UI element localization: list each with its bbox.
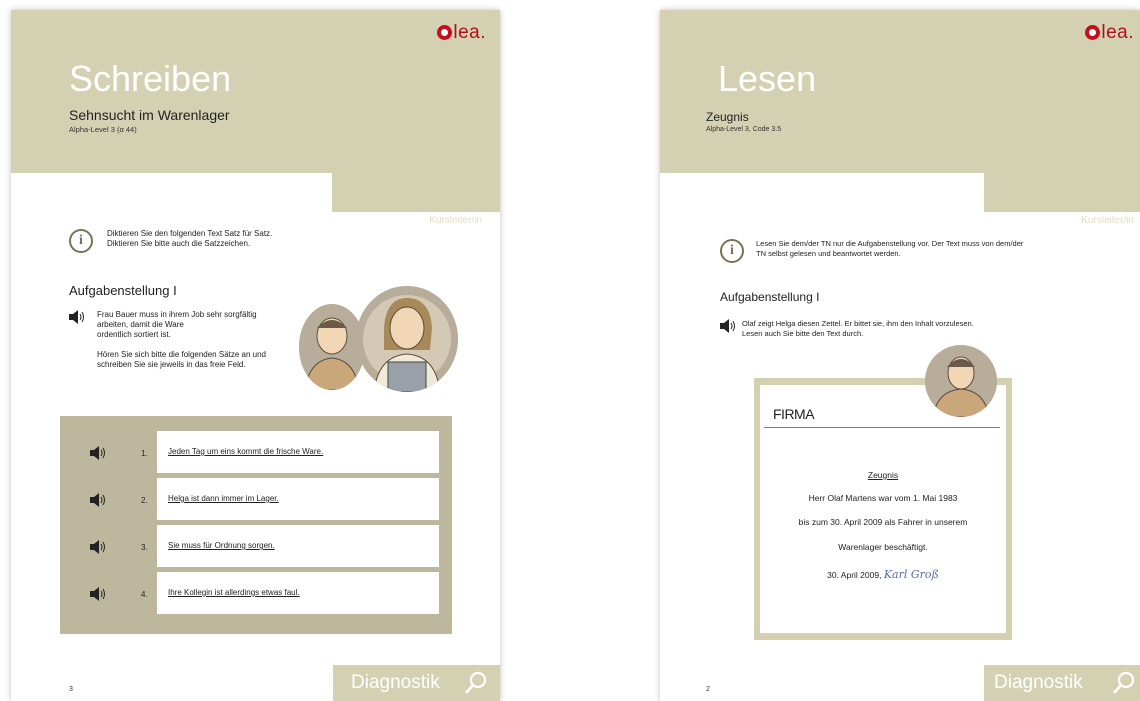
magnifier-icon: [1113, 671, 1135, 694]
task-number: 2.: [141, 496, 148, 505]
info-icon: i: [720, 239, 744, 263]
certificate-line: Warenlager beschäftigt.: [838, 542, 928, 552]
alpha-level: Alpha-Level 3, Code 3.5: [706, 126, 782, 133]
diagnostik-footer[interactable]: Diagnostik: [333, 665, 500, 701]
footer-label: Diagnostik: [351, 672, 440, 693]
certificate-date-line: 30. April 2009, Karl Groß: [760, 568, 1006, 581]
certificate-document: FIRMA Zeugnis Herr Olaf Martens war vom …: [760, 385, 1006, 633]
certificate-line: bis zum 30. April 2009 als Fahrer in uns…: [798, 517, 968, 527]
speaker-icon[interactable]: [90, 540, 106, 554]
instruction-line: Olaf zeigt Helga diesen Zettel. Er bitte…: [742, 319, 974, 328]
portrait-olaf: [299, 304, 365, 390]
info-line: TN selbst gelesen und beantwortet werden…: [756, 249, 901, 258]
page-title: Schreiben: [69, 58, 232, 99]
task-number: 4.: [141, 590, 148, 599]
page-title: Lesen: [718, 58, 817, 99]
certificate-frame: FIRMA Zeugnis Herr Olaf Martens war vom …: [754, 378, 1012, 640]
speaker-icon[interactable]: [90, 493, 106, 507]
page-schreiben: lea. Schreiben Sehnsucht im Warenlager A…: [11, 10, 500, 701]
task-list: 1. Jeden Tag um eins kommt die frische W…: [60, 416, 452, 634]
portrait-olaf: [925, 345, 997, 417]
task-number: 1.: [141, 449, 148, 458]
task-field[interactable]: Jeden Tag um eins kommt die frische Ware…: [157, 431, 439, 473]
page-lesen: lea. Lesen Zeugnis Alpha-Level 3, Code 3…: [660, 10, 1140, 701]
instruction-line: Hören Sie sich bitte die folgenden Sätze…: [97, 350, 267, 359]
signature: Karl Groß: [883, 568, 939, 581]
task-text: Jeden Tag um eins kommt die frische Ware…: [168, 447, 324, 456]
speaker-icon[interactable]: [90, 587, 106, 601]
olea-logo: lea.: [437, 22, 486, 44]
instruction-line: schreiben Sie sie jeweils in das freie F…: [97, 360, 246, 369]
info-note: i Diktieren Sie den folgenden Text Satz …: [69, 229, 272, 253]
speaker-icon[interactable]: [90, 446, 106, 460]
instruction-line: arbeiten, damit die Ware: [97, 320, 184, 329]
info-line: Lesen Sie dem/der TN nur die Aufgabenste…: [756, 239, 1024, 248]
instruction-block: Olaf zeigt Helga diesen Zettel. Er bitte…: [720, 319, 974, 339]
footer-label: Diagnostik: [994, 672, 1083, 693]
task-text: Ihre Kollegin ist allerdings etwas faul.: [168, 588, 300, 597]
task-text: Sie muss für Ordnung sorgen.: [168, 541, 275, 550]
info-line: Diktieren Sie bitte auch die Satzzeichen…: [107, 239, 251, 248]
task-number: 3.: [141, 543, 148, 552]
task-field[interactable]: Helga ist dann immer im Lager.: [157, 478, 439, 520]
page-subtitle: Sehnsucht im Warenlager: [69, 107, 230, 123]
task-heading: Aufgabenstellung I: [720, 290, 820, 304]
speaker-icon[interactable]: [720, 319, 736, 333]
header-tab: [984, 173, 1140, 212]
certificate-date: 30. April 2009,: [827, 570, 882, 580]
task-text: Helga ist dann immer im Lager.: [168, 494, 279, 503]
magnifier-icon: [465, 671, 487, 694]
header-tab: [332, 173, 500, 212]
info-icon: i: [69, 229, 93, 253]
role-label: Kursleiter/in: [1081, 215, 1134, 226]
role-label: Kursleiter/in: [429, 215, 482, 226]
page-subtitle: Zeugnis: [706, 110, 749, 124]
portrait-helga: [356, 286, 458, 392]
task-heading: Aufgabenstellung I: [69, 283, 177, 298]
page-number: 3: [69, 686, 73, 693]
task-field[interactable]: Sie muss für Ordnung sorgen.: [157, 525, 439, 567]
speaker-icon[interactable]: [69, 310, 85, 324]
firma-logo: FIRMA: [773, 406, 815, 422]
instruction-line: Frau Bauer muss in ihrem Job sehr sorgfä…: [97, 310, 257, 319]
task-field[interactable]: Ihre Kollegin ist allerdings etwas faul.: [157, 572, 439, 614]
instruction-line: Lesen auch Sie bitte den Text durch.: [742, 329, 864, 338]
letterhead-rule: [764, 427, 1000, 428]
certificate-title: Zeugnis: [867, 470, 899, 480]
instruction-block: Frau Bauer muss in ihrem Job sehr sorgfä…: [69, 310, 266, 370]
page-number: 2: [706, 686, 710, 693]
instruction-line: ordentlich sortiert ist.: [97, 330, 171, 339]
info-line: Diktieren Sie den folgenden Text Satz fü…: [107, 229, 273, 238]
certificate-line: Herr Olaf Martens war vom 1. Mai 1983: [808, 493, 958, 503]
alpha-level: Alpha-Level 3 (α 44): [69, 125, 137, 134]
diagnostik-footer[interactable]: Diagnostik: [984, 665, 1140, 701]
info-note: i Lesen Sie dem/der TN nur die Aufgabens…: [720, 239, 1023, 263]
olea-logo: lea.: [1085, 22, 1134, 44]
